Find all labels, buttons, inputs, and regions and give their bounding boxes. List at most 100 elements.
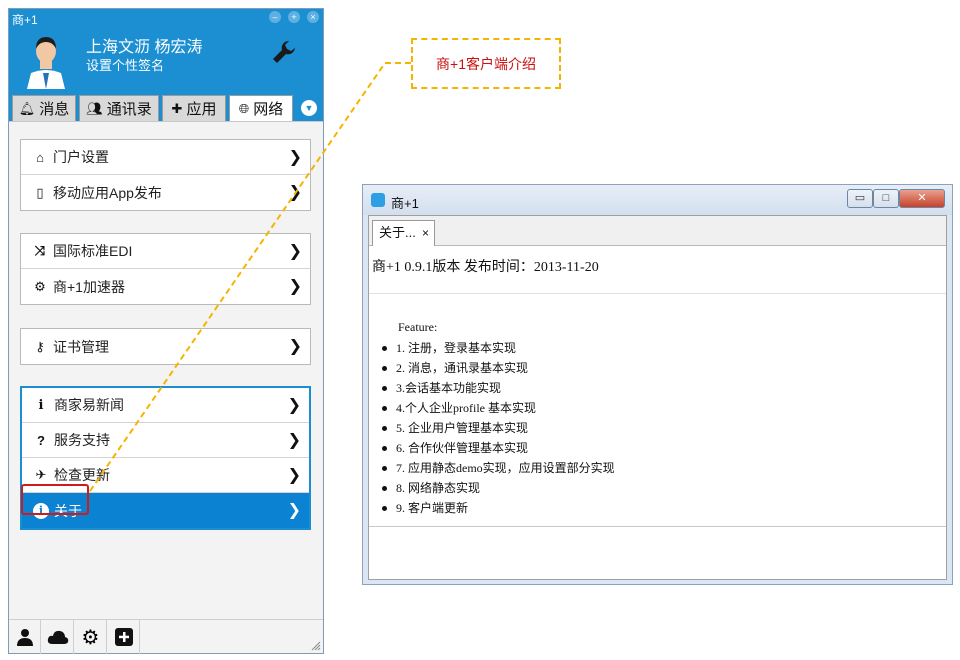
tab-label: 通讯录 bbox=[106, 101, 152, 118]
list-item: 5. 企业用户管理基本实现 bbox=[382, 418, 615, 438]
feature-text: 7. 应用静态demo实现，应用设置部分实现 bbox=[396, 461, 615, 475]
menu-group-edi: ⤨ 国际标准EDI ❯ ⚙ 商+1加速器 ❯ bbox=[20, 233, 311, 305]
chevron-right-icon: ❯ bbox=[288, 243, 302, 260]
tab-network[interactable]: 🌐︎ 网络 bbox=[229, 95, 293, 121]
bottom-toolbar: ⚙ bbox=[9, 619, 323, 654]
globe-icon: 🌐︎ bbox=[238, 100, 250, 116]
cloud-button[interactable] bbox=[42, 620, 74, 654]
chevron-right-icon: ❯ bbox=[288, 278, 302, 295]
menu-item-label: 国际标准EDI bbox=[53, 243, 133, 259]
user-icon bbox=[16, 629, 33, 646]
feature-text: 4.个人企业profile 基本实现 bbox=[396, 401, 536, 415]
minimize-button[interactable]: ▭ bbox=[847, 189, 873, 208]
chevron-right-icon: ❯ bbox=[287, 432, 301, 449]
settings-button[interactable]: ⚙ bbox=[75, 620, 107, 654]
menu-item-mobile-app-publish[interactable]: ▯ 移动应用App发布 ❯ bbox=[21, 175, 310, 210]
tab-contacts[interactable]: 👥︎ 通讯录 bbox=[79, 95, 159, 121]
network-menu: ⌂ 门户设置 ❯ ▯ 移动应用App发布 ❯ ⤨ 国际标准EDI ❯ ⚙ 商+1… bbox=[9, 121, 323, 619]
home-icon: ⌂ bbox=[36, 149, 44, 165]
chevron-right-icon: ❯ bbox=[288, 184, 302, 201]
feature-text: 6. 合作伙伴管理基本实现 bbox=[396, 441, 529, 455]
list-item: 1. 注册，登录基本实现 bbox=[382, 338, 615, 358]
user-button[interactable] bbox=[9, 620, 41, 654]
feature-text: 8. 网络静态实现 bbox=[396, 481, 481, 495]
about-window: 商+1 ▭ □ ✕ 关于... × 商+1 0.9.1版本 发布时间：2013-… bbox=[362, 184, 953, 585]
menu-item-accelerator[interactable]: ⚙ 商+1加速器 ❯ bbox=[21, 269, 310, 304]
chevron-right-icon: ❯ bbox=[287, 467, 301, 484]
plane-icon: ✈ bbox=[35, 467, 47, 482]
tab-label: 关于... bbox=[379, 225, 416, 240]
tab-about[interactable]: 关于... × bbox=[372, 220, 435, 246]
menu-item-portal-settings[interactable]: ⌂ 门户设置 ❯ bbox=[21, 140, 310, 175]
about-window-title: 商+1 bbox=[391, 196, 419, 211]
maximize-button[interactable]: + bbox=[288, 11, 300, 23]
feature-text: 3.会话基本功能实现 bbox=[396, 381, 502, 395]
app-icon bbox=[371, 193, 385, 207]
feature-list: 1. 注册，登录基本实现 2. 消息，通讯录基本实现 3.会话基本功能实现 4.… bbox=[382, 338, 615, 518]
tab-apps[interactable]: ✚ 应用 bbox=[162, 95, 226, 121]
signature-field[interactable]: 设置个性签名 bbox=[86, 55, 164, 74]
resize-grip-icon[interactable] bbox=[311, 641, 321, 651]
client-window: 商+1 – + × 上海文沥 杨宏涛 设置个性签名 🔔︎ 消息 👥︎ 通讯录 ✚ bbox=[8, 8, 324, 654]
user-name[interactable]: 上海文沥 杨宏涛 bbox=[86, 33, 202, 57]
add-button[interactable] bbox=[108, 620, 140, 654]
client-header: 商+1 – + × 上海文沥 杨宏涛 设置个性签名 bbox=[9, 9, 323, 93]
chevron-right-icon: ❯ bbox=[288, 149, 302, 166]
menu-item-support[interactable]: ? 服务支持 ❯ bbox=[22, 423, 309, 458]
menu-item-label: 服务支持 bbox=[54, 432, 110, 448]
feature-text: 1. 注册，登录基本实现 bbox=[396, 341, 517, 355]
list-item: 2. 消息，通讯录基本实现 bbox=[382, 358, 615, 378]
chevron-right-icon: ❯ bbox=[288, 338, 302, 355]
tab-messages[interactable]: 🔔︎ 消息 bbox=[12, 95, 76, 121]
divider bbox=[369, 526, 946, 527]
tab-label: 消息 bbox=[39, 101, 70, 118]
list-item: 7. 应用静态demo实现，应用设置部分实现 bbox=[382, 458, 615, 478]
tab-label: 应用 bbox=[186, 101, 217, 118]
menu-item-label: 证书管理 bbox=[53, 338, 109, 355]
window-title: 商+1 bbox=[12, 13, 38, 27]
puzzle-icon: ✚ bbox=[171, 100, 183, 116]
minimize-button[interactable]: – bbox=[269, 11, 281, 23]
divider bbox=[369, 293, 946, 294]
bell-icon: 🔔︎ bbox=[18, 100, 36, 116]
menu-item-certificates[interactable]: ⚷ 证书管理 ❯ bbox=[21, 329, 310, 364]
close-button[interactable]: × bbox=[307, 11, 319, 23]
feature-text: 5. 企业用户管理基本实现 bbox=[396, 421, 529, 435]
close-icon[interactable]: × bbox=[422, 221, 429, 245]
menu-item-news[interactable]: i 商家易新闻 ❯ bbox=[22, 388, 309, 423]
about-titlebar: 商+1 ▭ □ ✕ bbox=[363, 185, 952, 215]
shuffle-icon: ⤨ bbox=[34, 243, 46, 258]
main-tabs: 🔔︎ 消息 👥︎ 通讯录 ✚ 应用 🌐︎ 网络 ▼ bbox=[9, 93, 323, 121]
key-icon: ⚷ bbox=[35, 338, 45, 354]
menu-item-edi[interactable]: ⤨ 国际标准EDI ❯ bbox=[21, 234, 310, 269]
feature-heading: Feature: bbox=[398, 320, 438, 334]
menu-group-cert: ⚷ 证书管理 ❯ bbox=[20, 328, 311, 365]
cloud-icon bbox=[47, 630, 68, 644]
question-icon: ? bbox=[37, 432, 45, 448]
cogs-icon: ⚙ bbox=[34, 278, 46, 294]
menu-item-label: 商家易新闻 bbox=[54, 397, 124, 413]
gear-icon: ⚙ bbox=[81, 626, 100, 649]
menu-group-portal: ⌂ 门户设置 ❯ ▯ 移动应用App发布 ❯ bbox=[20, 139, 311, 211]
about-highlight-box bbox=[21, 484, 89, 515]
close-button[interactable]: ✕ bbox=[899, 189, 945, 208]
callout-label: 商+1客户端介绍 bbox=[411, 38, 561, 89]
chevron-right-icon: ❯ bbox=[287, 502, 301, 519]
menu-item-label: 移动应用App发布 bbox=[53, 184, 162, 201]
chevron-down-icon[interactable]: ▼ bbox=[301, 100, 317, 116]
mobile-icon: ▯ bbox=[36, 184, 44, 200]
info-icon: i bbox=[38, 397, 44, 413]
list-item: 8. 网络静态实现 bbox=[382, 478, 615, 498]
tab-label: 网络 bbox=[253, 101, 284, 118]
chevron-right-icon: ❯ bbox=[287, 397, 301, 414]
plus-square-icon bbox=[114, 628, 133, 646]
wrench-icon[interactable] bbox=[271, 39, 297, 65]
version-info: 商+1 0.9.1版本 发布时间：2013-11-20 bbox=[372, 260, 599, 275]
menu-item-label: 商+1加速器 bbox=[53, 278, 125, 295]
about-tabstrip: 关于... × bbox=[369, 216, 946, 246]
feature-text: 9. 客户端更新 bbox=[396, 501, 469, 515]
about-body: 关于... × 商+1 0.9.1版本 发布时间：2013-11-20 Feat… bbox=[368, 215, 947, 580]
avatar[interactable] bbox=[23, 29, 69, 89]
feature-text: 2. 消息，通讯录基本实现 bbox=[396, 361, 529, 375]
maximize-button[interactable]: □ bbox=[873, 189, 899, 208]
